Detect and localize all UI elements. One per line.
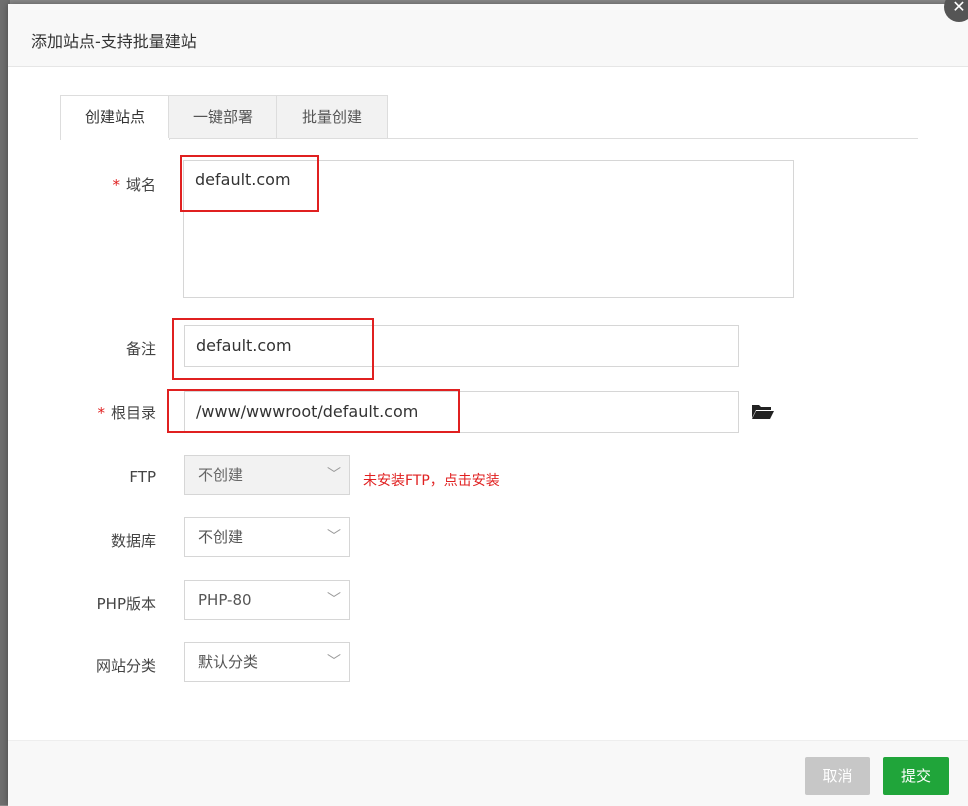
root-dir-label: * 根目录 bbox=[97, 404, 156, 422]
site-category-select[interactable]: 默认分类 ﹀ bbox=[184, 642, 350, 682]
php-version-label: PHP版本 bbox=[96, 595, 156, 613]
domain-textarea[interactable]: default.com bbox=[183, 160, 794, 298]
add-site-dialog: 添加站点-支持批量建站 ✕ 创建站点 一键部署 批量创建 * 域名 default… bbox=[8, 0, 968, 806]
tab-batch-create[interactable]: 批量创建 bbox=[276, 95, 388, 138]
dialog-footer: 取消 提交 bbox=[8, 740, 968, 806]
tab-bar: 创建站点 一键部署 批量创建 bbox=[60, 95, 918, 140]
ftp-label: FTP bbox=[129, 468, 156, 486]
database-select[interactable]: 不创建 ﹀ bbox=[184, 517, 350, 557]
database-select-value: 不创建 bbox=[198, 528, 244, 546]
php-version-select[interactable]: PHP-80 ﹀ bbox=[184, 580, 350, 620]
chevron-down-icon: ﹀ bbox=[327, 654, 341, 670]
tab-one-click-deploy[interactable]: 一键部署 bbox=[168, 95, 278, 138]
site-category-label: 网站分类 bbox=[95, 657, 156, 675]
php-version-select-value: PHP-80 bbox=[198, 591, 252, 609]
ftp-select[interactable]: 不创建 ﹀ bbox=[184, 455, 350, 495]
database-label: 数据库 bbox=[110, 532, 156, 550]
root-dir-input[interactable]: /www/wwwroot/default.com bbox=[184, 391, 739, 433]
remark-label: 备注 bbox=[125, 340, 156, 358]
remark-input[interactable]: default.com bbox=[184, 325, 739, 367]
submit-button[interactable]: 提交 bbox=[883, 757, 949, 795]
cancel-button[interactable]: 取消 bbox=[805, 757, 870, 795]
chevron-down-icon: ﹀ bbox=[327, 467, 341, 483]
site-category-select-value: 默认分类 bbox=[198, 653, 259, 671]
dialog-titlebar: 添加站点-支持批量建站 bbox=[8, 4, 968, 67]
domain-label: * 域名 bbox=[112, 176, 156, 194]
dialog-title: 添加站点-支持批量建站 bbox=[31, 32, 197, 51]
install-ftp-link[interactable]: 未安装FTP，点击安装 bbox=[363, 470, 500, 490]
chevron-down-icon: ﹀ bbox=[327, 592, 341, 608]
ftp-select-value: 不创建 bbox=[198, 466, 244, 484]
chevron-down-icon: ﹀ bbox=[327, 529, 341, 545]
tab-create-site[interactable]: 创建站点 bbox=[60, 95, 170, 140]
folder-open-icon[interactable] bbox=[751, 402, 775, 420]
